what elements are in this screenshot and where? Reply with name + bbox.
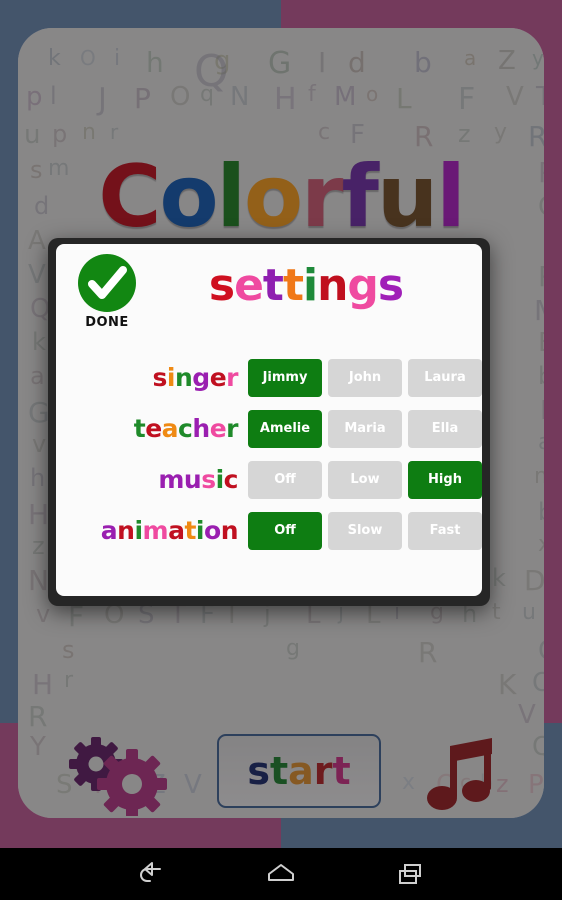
dialog-title-letter: t	[282, 260, 304, 311]
option-group-music: Off Low High	[248, 460, 482, 499]
label-letter: s	[152, 363, 168, 392]
option-music-off[interactable]: Off	[248, 460, 322, 499]
label-letter: i	[166, 363, 176, 392]
settings-row-label-music: music	[56, 467, 248, 492]
settings-row-music: music Off Low High	[56, 454, 482, 505]
dialog-title-letter: s	[377, 260, 404, 311]
label-letter: i	[195, 516, 205, 545]
label-letter: n	[117, 516, 135, 545]
android-navbar	[0, 848, 562, 900]
dialog-title-letter: n	[317, 260, 348, 311]
option-teacher-amelie[interactable]: Amelie	[248, 409, 322, 448]
settings-row-animation: animation Off Slow Fast	[56, 505, 482, 556]
label-letter: a	[168, 516, 185, 545]
settings-row-teacher: teacher Amelie Maria Ella	[56, 403, 482, 454]
label-letter: n	[220, 516, 239, 545]
done-button-label: DONE	[85, 315, 129, 330]
label-letter: g	[192, 363, 210, 392]
label-letter: t	[133, 414, 146, 443]
label-letter: e	[209, 363, 227, 392]
option-teacher-maria[interactable]: Maria	[328, 409, 402, 448]
label-letter: o	[204, 516, 221, 545]
label-letter: s	[201, 465, 216, 494]
option-music-low[interactable]: Low	[328, 460, 402, 499]
option-animation-slow[interactable]: Slow	[328, 511, 402, 550]
label-letter: m	[142, 516, 169, 545]
app-screen: kOihgQGIdbaZyDplJPOqNHfMoLFVTAupnrcFRzyR…	[0, 0, 562, 900]
settings-row-singer: singer Jimmy John Laura	[56, 352, 482, 403]
option-singer-laura[interactable]: Laura	[408, 358, 482, 397]
dialog-title-letter: i	[303, 260, 318, 311]
label-letter: u	[183, 465, 202, 494]
option-singer-john[interactable]: John	[328, 358, 402, 397]
option-singer-jimmy[interactable]: Jimmy	[248, 358, 322, 397]
label-letter: a	[161, 414, 179, 443]
home-icon[interactable]	[264, 857, 298, 891]
settings-row-label-singer: singer	[56, 365, 248, 390]
label-letter: t	[184, 516, 196, 545]
label-letter: c	[223, 465, 239, 494]
option-group-singer: Jimmy John Laura	[248, 358, 482, 397]
dialog-title-letter: t	[262, 260, 284, 311]
option-group-teacher: Amelie Maria Ella	[248, 409, 482, 448]
dialog-title-letter: s	[208, 260, 235, 311]
dialog-title-letter: e	[234, 260, 264, 311]
label-letter: r	[226, 363, 238, 392]
label-letter: a	[100, 516, 118, 545]
settings-dialog: DONE settings singer Jimmy John Laura teache…	[48, 238, 490, 606]
dialog-title-letter: g	[347, 260, 378, 311]
back-icon[interactable]	[134, 857, 168, 891]
settings-row-label-animation: animation	[56, 518, 248, 543]
label-letter: e	[209, 414, 227, 443]
label-letter: n	[174, 363, 193, 392]
recents-icon[interactable]	[394, 857, 428, 891]
label-letter: i	[134, 516, 143, 545]
label-letter: c	[178, 414, 193, 443]
dialog-title: settings	[56, 264, 482, 308]
option-animation-off[interactable]: Off	[248, 511, 322, 550]
option-animation-fast[interactable]: Fast	[408, 511, 482, 550]
option-group-animation: Off Slow Fast	[248, 511, 482, 550]
option-teacher-ella[interactable]: Ella	[408, 409, 482, 448]
label-letter: h	[192, 414, 210, 443]
option-music-high[interactable]: High	[408, 460, 482, 499]
settings-row-label-teacher: teacher	[56, 416, 248, 441]
label-letter: m	[158, 465, 184, 494]
settings-rows: singer Jimmy John Laura teacher Amelie Maria El…	[56, 352, 482, 556]
label-letter: e	[145, 414, 162, 443]
label-letter: i	[215, 465, 225, 494]
label-letter: r	[226, 414, 238, 443]
